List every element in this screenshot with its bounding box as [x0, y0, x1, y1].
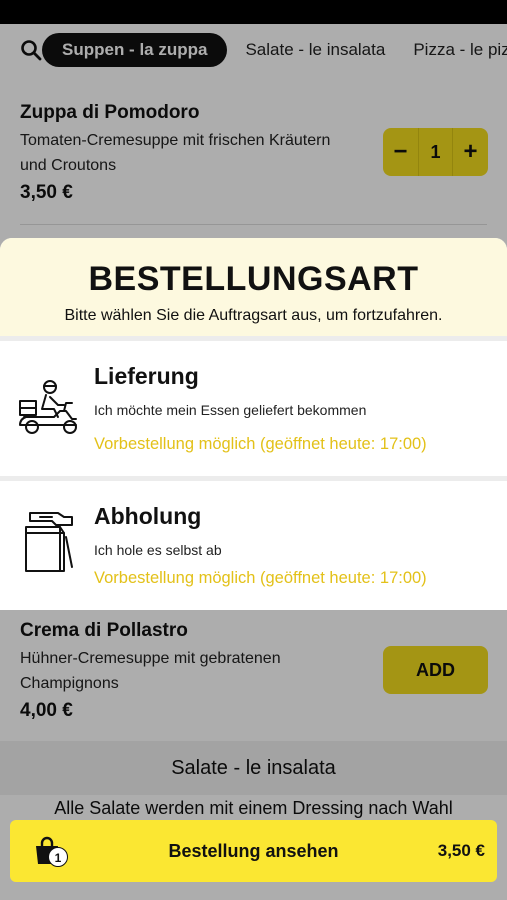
order-option-pickup[interactable]: Abholung Ich hole es selbst ab Vorbestel…: [0, 481, 507, 610]
option-note: Vorbestellung möglich (geöffnet heute: 1…: [94, 435, 427, 453]
sheet-subtitle: Bitte wählen Sie die Auftragsart aus, um…: [64, 307, 443, 324]
delivery-scooter-icon: [19, 380, 77, 434]
option-title: Abholung: [94, 503, 202, 529]
option-description: Ich möchte mein Essen geliefert bekommen: [94, 402, 367, 418]
view-order-label: Bestellung ansehen: [168, 841, 339, 861]
option-description: Ich hole es selbst ab: [94, 542, 222, 558]
pickup-bag-icon: [25, 512, 73, 572]
order-option-delivery[interactable]: Lieferung Ich möchte mein Essen geliefer…: [0, 341, 507, 477]
sheet-header: BESTELLUNGSART Bitte wählen Sie die Auft…: [0, 238, 507, 336]
status-bar: [0, 0, 507, 24]
order-type-sheet: BESTELLUNGSART Bitte wählen Sie die Auft…: [0, 238, 507, 610]
option-note: Vorbestellung möglich (geöffnet heute: 1…: [94, 569, 427, 587]
view-order-button[interactable]: 1 Bestellung ansehen 3,50 €: [10, 820, 497, 882]
option-title: Lieferung: [94, 363, 199, 389]
sheet-title: BESTELLUNGSART: [88, 260, 419, 298]
cart-total: 3,50 €: [437, 841, 485, 860]
